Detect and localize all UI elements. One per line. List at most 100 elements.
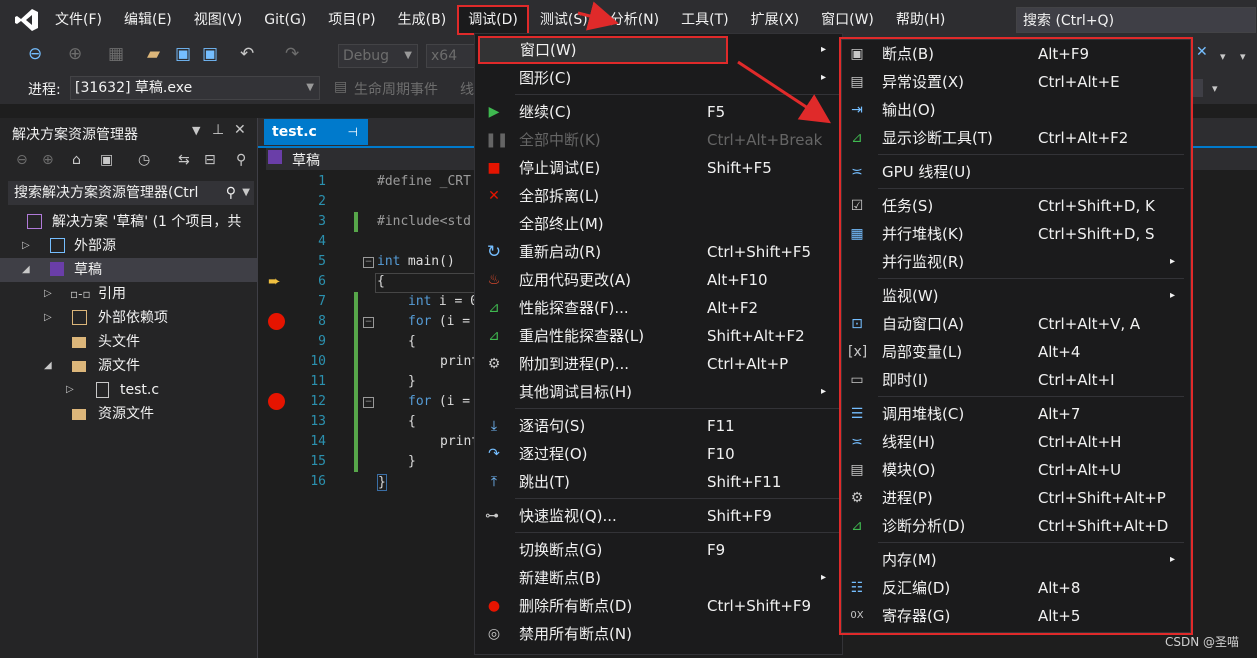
pin-icon[interactable]: ⊣ bbox=[348, 119, 358, 145]
submenu-item-tasks[interactable]: ☑ 任务(S) Ctrl+Shift+D, K bbox=[842, 192, 1190, 220]
debug-menu-item-window[interactable]: 窗口(W) bbox=[478, 36, 728, 64]
breakpoint-icon[interactable] bbox=[268, 393, 285, 410]
submenu-item-modules[interactable]: ▤ 模块(O) Ctrl+Alt+U bbox=[842, 456, 1190, 484]
fold-icon[interactable]: − bbox=[363, 397, 374, 408]
tree-item-resource-files[interactable]: 资源文件 bbox=[0, 402, 257, 426]
submenu-item-breakpoints[interactable]: ▣ 断点(B) Alt+F9 bbox=[842, 40, 1190, 68]
submenu-item-exception-settings[interactable]: ▤ 异常设置(X) Ctrl+Alt+E bbox=[842, 68, 1190, 96]
solution-search-input[interactable]: 搜索解决方案资源管理器(Ctrl ⚲ ▼ bbox=[8, 181, 254, 205]
debug-menu-item-quick-watch[interactable]: ⊶ 快速监视(Q)... Shift+F9 bbox=[475, 502, 842, 530]
save-all-icon[interactable]: ▣ bbox=[202, 44, 218, 64]
debug-menu-item-disable-all-breakpoints[interactable]: ◎ 禁用所有断点(N) bbox=[475, 620, 842, 648]
debug-menu-item-graphics[interactable]: 图形(C) ▸ bbox=[475, 64, 842, 92]
debug-menu-item-break-all[interactable]: ❚❚ 全部中断(K) Ctrl+Alt+Break bbox=[475, 126, 842, 154]
menu-help[interactable]: 帮助(H) bbox=[885, 5, 956, 35]
thread-icon[interactable]: ✕ bbox=[1196, 44, 1208, 60]
debug-menu-item-detach-all[interactable]: ✕ 全部拆离(L) bbox=[475, 182, 842, 210]
submenu-item-parallel-watch[interactable]: 并行监视(R) ▸ bbox=[842, 248, 1190, 276]
debug-menu-item-stop[interactable]: ■ 停止调试(E) Shift+F5 bbox=[475, 154, 842, 182]
tree-item-project[interactable]: ◢ 草稿 bbox=[0, 258, 257, 282]
debug-menu-item-restart[interactable]: ↻ 重新启动(R) Ctrl+Shift+F5 bbox=[475, 238, 842, 266]
debug-menu-item-continue[interactable]: ▶ 继续(C) F5 bbox=[475, 98, 842, 126]
pin-icon[interactable]: ⊥ bbox=[212, 122, 224, 138]
expand-icon[interactable]: ▷ bbox=[44, 282, 52, 306]
expand-icon[interactable]: ▷ bbox=[22, 234, 30, 258]
debug-menu-item-attach-process[interactable]: ⚙ 附加到进程(P)... Ctrl+Alt+P bbox=[475, 350, 842, 378]
wrench-icon[interactable]: ⚲ bbox=[236, 152, 246, 168]
forward-icon[interactable]: ⊕ bbox=[42, 152, 54, 168]
sync-icon[interactable]: ⇆ bbox=[178, 152, 190, 168]
menu-analyze[interactable]: 分析(N) bbox=[599, 5, 670, 35]
submenu-item-immediate[interactable]: ▭ 即时(I) Ctrl+Alt+I bbox=[842, 366, 1190, 394]
menu-git[interactable]: Git(G) bbox=[253, 5, 317, 35]
close-icon[interactable]: ✕ bbox=[234, 122, 246, 138]
tab-test-c[interactable]: test.c ⊣ bbox=[264, 119, 368, 145]
lifecycle-events[interactable]: 生命周期事件 bbox=[354, 79, 438, 99]
submenu-item-memory[interactable]: 内存(M) ▸ bbox=[842, 546, 1190, 574]
back-icon[interactable]: ⊖ bbox=[16, 152, 28, 168]
new-item-icon[interactable]: ▦ bbox=[108, 44, 124, 64]
submenu-item-output[interactable]: ⇥ 输出(O) bbox=[842, 96, 1190, 124]
fold-icon[interactable]: − bbox=[363, 317, 374, 328]
debug-menu-item-other-targets[interactable]: 其他调试目标(H) ▸ bbox=[475, 378, 842, 406]
debug-menu-item-step-out[interactable]: ⤒ 跳出(T) Shift+F11 bbox=[475, 468, 842, 496]
submenu-item-parallel-stacks[interactable]: ▦ 并行堆栈(K) Ctrl+Shift+D, S bbox=[842, 220, 1190, 248]
platform-combo[interactable]: x64 bbox=[426, 44, 476, 68]
expand-icon[interactable]: ▷ bbox=[66, 378, 74, 402]
collapse-icon[interactable]: ◢ bbox=[22, 258, 30, 282]
tree-item-test-c[interactable]: ▷ test.c bbox=[0, 378, 257, 402]
submenu-item-call-stack[interactable]: ☰ 调用堆栈(C) Alt+7 bbox=[842, 400, 1190, 428]
nav-project[interactable]: 草稿 bbox=[292, 150, 320, 170]
expand-icon[interactable]: ▷ bbox=[44, 306, 52, 330]
open-folder-icon[interactable]: ▰ bbox=[147, 44, 160, 64]
submenu-item-processes[interactable]: ⚙ 进程(P) Ctrl+Shift+Alt+P bbox=[842, 484, 1190, 512]
menu-debug[interactable]: 调试(D) bbox=[457, 5, 529, 35]
menu-build[interactable]: 生成(B) bbox=[387, 5, 458, 35]
menu-window[interactable]: 窗口(W) bbox=[810, 5, 885, 35]
search-input[interactable]: 搜索 (Ctrl+Q) bbox=[1016, 7, 1256, 33]
breakpoint-icon[interactable] bbox=[268, 313, 285, 330]
submenu-item-locals[interactable]: [x] 局部变量(L) Alt+4 bbox=[842, 338, 1190, 366]
submenu-item-registers[interactable]: 0X 寄存器(G) Alt+5 bbox=[842, 602, 1190, 630]
home-icon[interactable]: ⌂ bbox=[72, 152, 81, 168]
process-combo[interactable]: [31632] 草稿.exe ▼ bbox=[70, 76, 320, 100]
debug-menu-item-step-into[interactable]: ⤓ 逐语句(S) F11 bbox=[475, 412, 842, 440]
debug-menu-item-apply-code-changes[interactable]: ♨ 应用代码更改(A) Alt+F10 bbox=[475, 266, 842, 294]
submenu-item-disassembly[interactable]: ☷ 反汇编(D) Alt+8 bbox=[842, 574, 1190, 602]
save-icon[interactable]: ▣ bbox=[175, 44, 191, 64]
config-combo[interactable]: Debug ▼ bbox=[338, 44, 418, 68]
fold-icon[interactable]: − bbox=[363, 257, 374, 268]
debug-menu-item-terminate-all[interactable]: 全部终止(M) bbox=[475, 210, 842, 238]
menu-edit[interactable]: 编辑(E) bbox=[113, 5, 183, 35]
redo-icon[interactable]: ↷ bbox=[285, 44, 299, 64]
tree-item-external-deps[interactable]: ▷ 外部依赖项 bbox=[0, 306, 257, 330]
undo-icon[interactable]: ↶ bbox=[240, 44, 254, 64]
submenu-item-threads[interactable]: ≍ 线程(H) Ctrl+Alt+H bbox=[842, 428, 1190, 456]
tree-item-source-files[interactable]: ◢ 源文件 bbox=[0, 354, 257, 378]
menu-tools[interactable]: 工具(T) bbox=[670, 5, 739, 35]
menu-test[interactable]: 测试(S) bbox=[529, 5, 599, 35]
submenu-item-diagnostic-analysis[interactable]: ⊿ 诊断分析(D) Ctrl+Shift+Alt+D bbox=[842, 512, 1190, 540]
toolbar-overflow-icon[interactable]: ▾ bbox=[1212, 82, 1218, 95]
tree-item-header-files[interactable]: 头文件 bbox=[0, 330, 257, 354]
tree-item-external-sources[interactable]: ▷ 外部源 bbox=[0, 234, 257, 258]
forward-icon[interactable]: ⊕ bbox=[68, 44, 82, 64]
submenu-item-diagnostic-tools[interactable]: ⊿ 显示诊断工具(T) Ctrl+Alt+F2 bbox=[842, 124, 1190, 152]
submenu-item-watch[interactable]: 监视(W) ▸ bbox=[842, 282, 1190, 310]
submenu-item-gpu-threads[interactable]: ≍ GPU 线程(U) bbox=[842, 158, 1190, 186]
debug-menu-item-step-over[interactable]: ↷ 逐过程(O) F10 bbox=[475, 440, 842, 468]
debug-menu-item-new-breakpoint[interactable]: 新建断点(B) ▸ bbox=[475, 564, 842, 592]
pending-changes-icon[interactable]: ◷ bbox=[138, 152, 150, 168]
tree-item-solution[interactable]: 解决方案 '草稿' (1 个项目，共 bbox=[0, 210, 257, 234]
dropdown-icon[interactable]: ▼ bbox=[192, 124, 200, 137]
debug-menu-item-toggle-breakpoint[interactable]: 切换断点(G) F9 bbox=[475, 536, 842, 564]
collapse-icon[interactable]: ◢ bbox=[44, 354, 52, 378]
menu-file[interactable]: 文件(F) bbox=[44, 5, 113, 35]
collapse-all-icon[interactable]: ⊟ bbox=[204, 152, 216, 168]
tree-item-references[interactable]: ▷ ▫-▫ 引用 bbox=[0, 282, 257, 306]
menu-project[interactable]: 项目(P) bbox=[317, 5, 386, 35]
debug-menu-item-delete-all-breakpoints[interactable]: ● 删除所有断点(D) Ctrl+Shift+F9 bbox=[475, 592, 842, 620]
toolbar-overflow-icon[interactable]: ▾ bbox=[1220, 50, 1226, 63]
back-icon[interactable]: ⊖ bbox=[28, 44, 42, 64]
switch-views-icon[interactable]: ▣ bbox=[100, 152, 113, 168]
